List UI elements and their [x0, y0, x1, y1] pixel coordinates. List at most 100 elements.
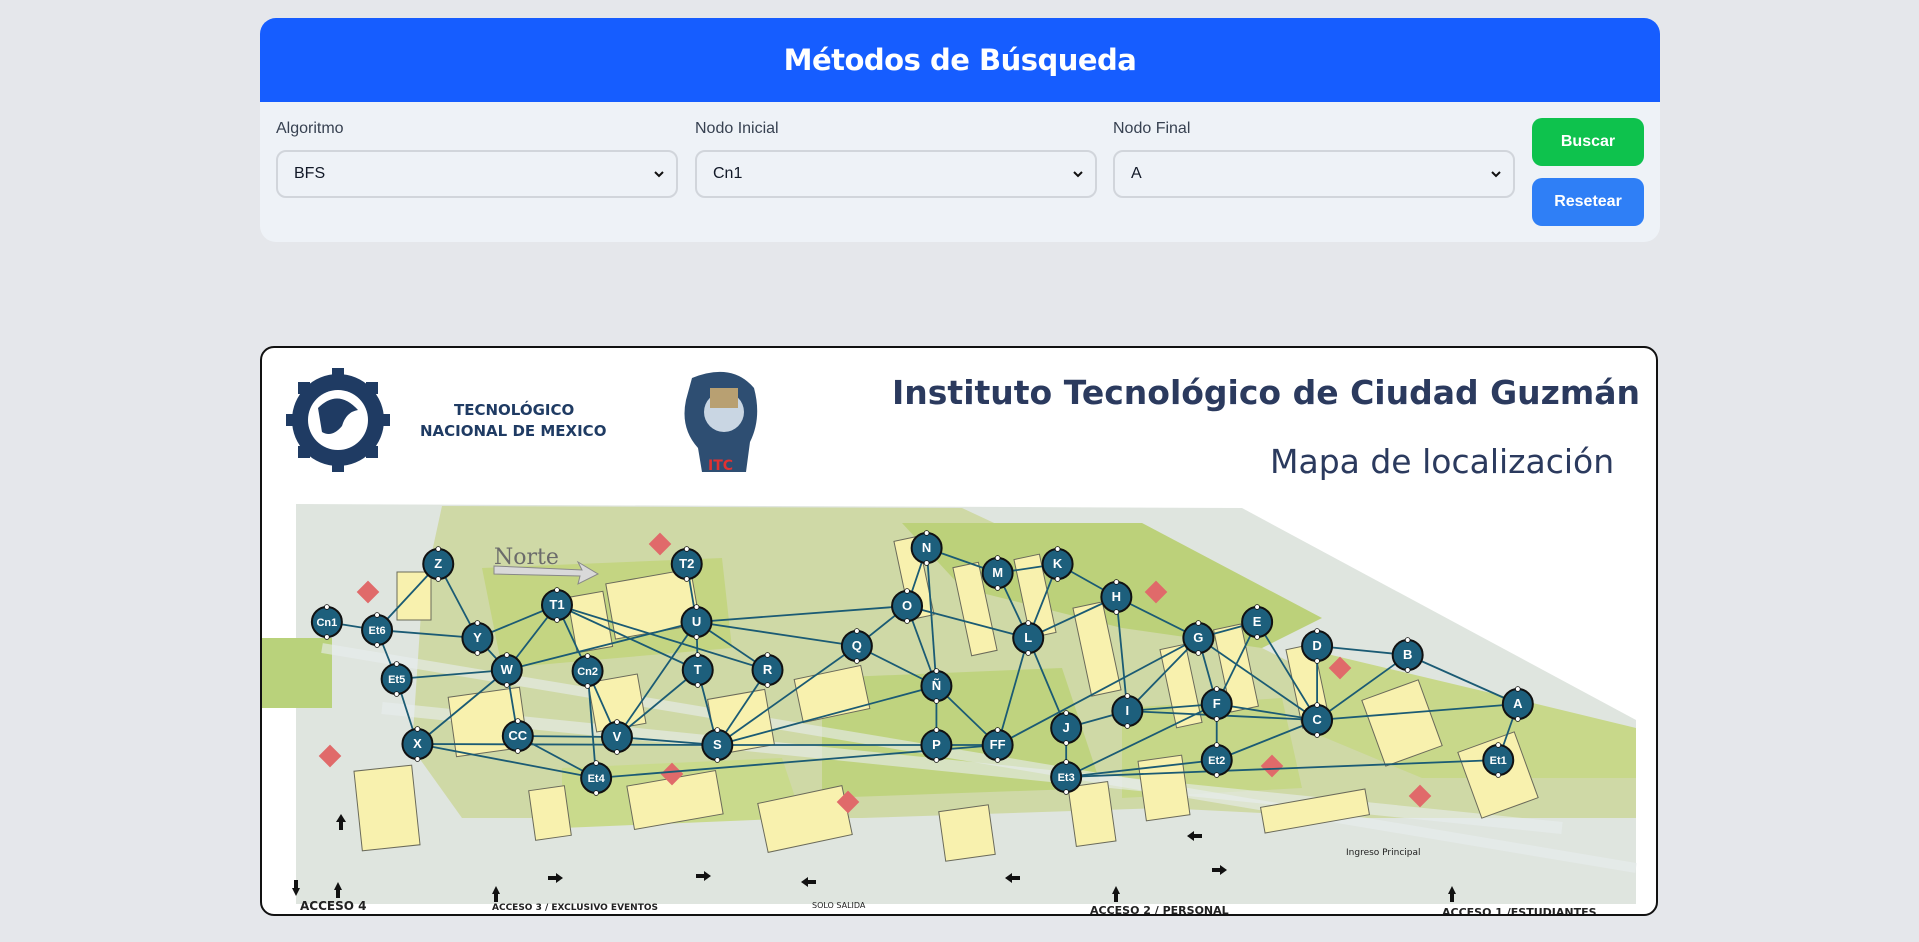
graph-node-handle [1025, 650, 1032, 656]
graph-node-label: M [992, 565, 1003, 580]
graph-node-handle [435, 546, 442, 552]
main-entrance-label: Ingreso Principal [1346, 848, 1421, 858]
graph-node-handle [593, 760, 599, 766]
graph-node-handle [1314, 628, 1320, 634]
graph-node-label: FF [990, 737, 1006, 752]
graph-node-handle [554, 587, 560, 593]
graph-node-handle [714, 727, 721, 733]
graph-node-label: Z [434, 556, 442, 571]
start-node-value: Cn1 [713, 165, 743, 182]
graph-node-label: U [692, 614, 701, 629]
graph-node-handle [1213, 716, 1220, 722]
graph-node-handle [933, 727, 940, 733]
graph-node-label: S [713, 737, 722, 752]
search-button[interactable]: Buscar [1532, 118, 1644, 166]
graph-node-label: Et2 [1208, 755, 1225, 767]
graph-node-handle [1213, 686, 1220, 692]
algorithm-value: BFS [294, 165, 326, 182]
chevron-down-icon [1073, 171, 1083, 178]
graph-node-label: B [1403, 647, 1412, 662]
graph-node-handle [414, 756, 421, 762]
tecnm-logo-line1: TECNOLÓGICO [454, 400, 574, 419]
acceso1-label: ACCESO 1 /ESTUDIANTES [1442, 906, 1597, 914]
algorithm-field: Algoritmo BFS [276, 120, 678, 198]
graph-node-handle [1113, 609, 1120, 615]
reset-button[interactable]: Resetear [1532, 178, 1644, 226]
end-node-label: Nodo Final [1113, 120, 1191, 137]
graph-node-label: Et4 [588, 773, 606, 785]
graph-node-handle [1495, 742, 1502, 748]
panel-header: Métodos de Búsqueda [260, 18, 1660, 102]
acceso4-label: ACCESO 4 [300, 899, 366, 913]
graph-node-handle [1515, 686, 1521, 692]
acceso3-label: ACCESO 3 / EXCLUSIVO EVENTOS [492, 903, 658, 913]
graph-node-handle [854, 628, 860, 634]
graph-node-handle [324, 604, 330, 610]
graph-node-handle [554, 617, 560, 623]
graph-node-label: G [1193, 630, 1203, 645]
graph-node-handle [933, 698, 940, 704]
graph-node-label: Et1 [1490, 755, 1507, 767]
graph-node-handle [994, 727, 1001, 733]
map-subtitle: Mapa de localización [1270, 442, 1614, 481]
algorithm-select[interactable]: BFS [276, 150, 678, 198]
graph-node-label: K [1053, 556, 1063, 571]
graph-node-handle [504, 652, 510, 658]
graph-node-handle [714, 757, 721, 763]
solo-salida-label: SOLO SALIDA [812, 901, 866, 910]
graph-node-handle [374, 612, 380, 618]
graph-node-label: Cn1 [316, 617, 337, 629]
itc-logo-text: ITC [708, 458, 733, 474]
controls-row: Algoritmo BFS Nodo Inicial Cn1 Nodo Fina… [260, 102, 1660, 242]
graph-node-label: L [1024, 630, 1032, 645]
graph-node-handle [694, 652, 701, 658]
graph-node-handle [764, 652, 771, 658]
campus-map: TECNOLÓGICO NACIONAL DE MEXICO ITC Insti… [260, 346, 1658, 916]
graph-node-handle [1213, 772, 1220, 778]
start-node-label: Nodo Inicial [695, 120, 779, 137]
graph-node-label: H [1112, 589, 1121, 604]
graph-node-handle [1495, 772, 1502, 778]
graph-node-handle [1054, 546, 1061, 552]
graph-node-label: Et6 [368, 625, 385, 637]
start-node-select[interactable]: Cn1 [695, 150, 1097, 198]
graph-node-handle [1124, 693, 1131, 699]
graph-node-handle [994, 585, 1001, 591]
graph-node-label: T [694, 662, 702, 677]
start-node-field: Nodo Inicial Cn1 [695, 120, 1097, 198]
graph-node-handle [474, 620, 481, 626]
graph-node-label: I [1126, 703, 1130, 718]
graph-node-handle [904, 618, 910, 624]
graph-node-handle [374, 642, 380, 648]
graph-node-handle [474, 650, 481, 656]
page-title: Métodos de Búsqueda [783, 43, 1137, 77]
graph-node-label: F [1213, 696, 1221, 711]
graph-node-label: C [1312, 712, 1322, 727]
end-node-select[interactable]: A [1113, 150, 1515, 198]
graph-node-handle [1314, 732, 1320, 738]
graph-node-label: V [613, 729, 622, 744]
graph-node-handle [515, 718, 521, 724]
graph-node-label: N [922, 540, 931, 555]
graph-node-handle [933, 757, 940, 763]
graph-node-handle [504, 682, 510, 688]
graph-node-handle [614, 719, 620, 725]
graph-node-label: X [413, 736, 422, 751]
north-label: Norte [494, 545, 559, 570]
graph-node-handle [1124, 723, 1131, 729]
end-node-value: A [1131, 165, 1142, 182]
graph-node-handle [1063, 740, 1069, 746]
graph-node-handle [584, 653, 591, 659]
graph-node-handle [1254, 604, 1260, 610]
graph-node-handle [1254, 634, 1260, 640]
graph-node-handle [1063, 789, 1069, 795]
tecnm-logo [286, 368, 390, 472]
graph-node-handle [1195, 650, 1202, 656]
graph-node-handle [854, 658, 860, 664]
graph-node-handle [1063, 710, 1069, 716]
graph-node-handle [414, 726, 421, 732]
chevron-down-icon [1491, 171, 1501, 178]
graph-node-handle [515, 748, 521, 754]
graph-node-label: O [902, 598, 912, 613]
graph-node-handle [694, 682, 701, 688]
